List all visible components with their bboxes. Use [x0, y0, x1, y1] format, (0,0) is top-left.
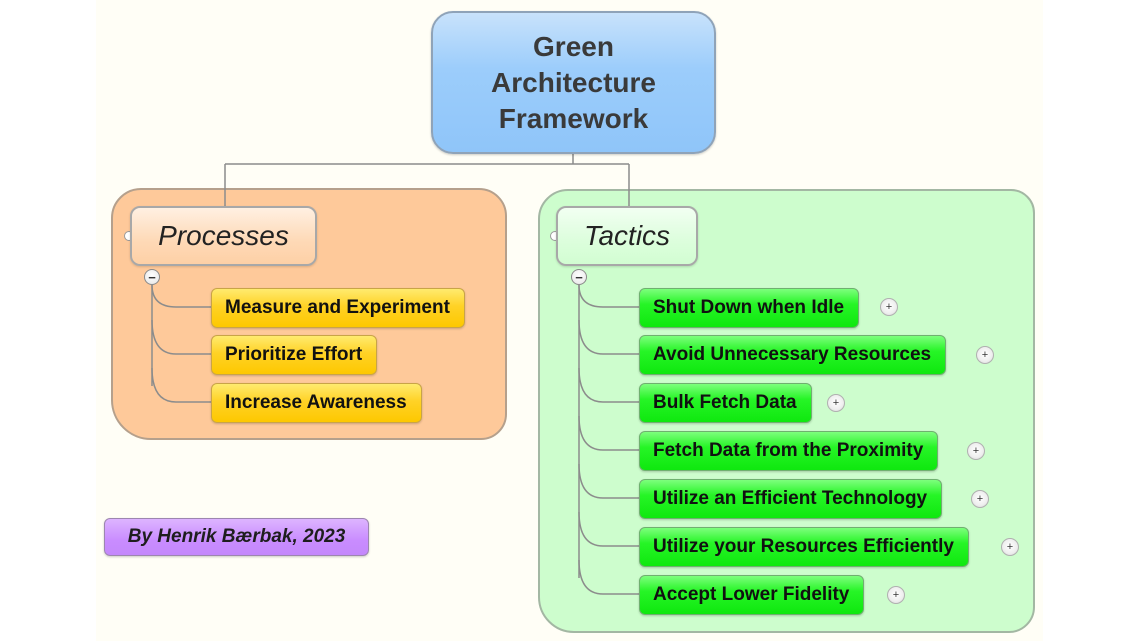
root-title-line: Architecture: [491, 66, 656, 98]
plus-icon: +: [832, 396, 840, 409]
subtopic-measure-and-experiment[interactable]: Measure and Experiment: [211, 288, 465, 328]
plus-icon: +: [976, 492, 984, 505]
subtopic-label: Utilize your Resources Efficiently: [653, 536, 954, 557]
subtopic-label: Bulk Fetch Data: [653, 392, 797, 413]
subtopic-bulk-fetch-data[interactable]: Bulk Fetch Data: [639, 383, 812, 423]
expand-shut-down-button[interactable]: +: [880, 298, 898, 316]
plus-icon: +: [1006, 540, 1014, 553]
expand-bulk-fetch-button[interactable]: +: [827, 394, 845, 412]
plus-icon: +: [981, 348, 989, 361]
subtopic-avoid-unnecessary-resources[interactable]: Avoid Unnecessary Resources: [639, 335, 947, 375]
root-title-line: Green: [533, 30, 614, 62]
collapse-tactics-button[interactable]: −: [571, 269, 587, 285]
subtopic-efficient-technology[interactable]: Utilize an Efficient Technology: [639, 479, 943, 519]
subtopic-label: Measure and Experiment: [225, 297, 450, 318]
subtopic-label: Fetch Data from the Proximity: [653, 440, 924, 461]
expand-resources-efficiently-button[interactable]: +: [1001, 538, 1019, 556]
subtopic-increase-awareness[interactable]: Increase Awareness: [211, 383, 422, 423]
expand-lower-fidelity-button[interactable]: +: [887, 586, 905, 604]
topic-label: Processes: [158, 220, 289, 251]
minus-icon: −: [575, 269, 583, 285]
subtopic-accept-lower-fidelity[interactable]: Accept Lower Fidelity: [639, 575, 865, 615]
subtopic-fetch-data-proximity[interactable]: Fetch Data from the Proximity: [639, 431, 939, 471]
subtopic-label: Avoid Unnecessary Resources: [653, 344, 932, 365]
subtopic-label: Utilize an Efficient Technology: [653, 488, 928, 509]
collapse-processes-button[interactable]: −: [144, 269, 160, 285]
topic-tactics[interactable]: Tactics: [556, 206, 698, 266]
expand-avoid-resources-button[interactable]: +: [976, 346, 994, 364]
plus-icon: +: [885, 300, 893, 313]
author-credit[interactable]: By Henrik Bærbak, 2023: [104, 518, 369, 556]
subtopic-resources-efficiently[interactable]: Utilize your Resources Efficiently: [639, 527, 969, 567]
minus-icon: −: [148, 269, 156, 285]
root-node[interactable]: Green Architecture Framework: [431, 11, 716, 154]
expand-efficient-technology-button[interactable]: +: [971, 490, 989, 508]
plus-icon: +: [892, 588, 900, 601]
subtopic-label: Accept Lower Fidelity: [653, 584, 850, 605]
subtopic-label: Prioritize Effort: [225, 344, 363, 365]
subtopic-prioritize-effort[interactable]: Prioritize Effort: [211, 335, 378, 375]
topic-processes[interactable]: Processes: [130, 206, 317, 266]
topic-label: Tactics: [583, 220, 671, 251]
plus-icon: +: [972, 444, 980, 457]
subtopic-shut-down-when-idle[interactable]: Shut Down when Idle: [639, 288, 860, 328]
root-title-line: Framework: [498, 102, 649, 134]
credit-label: By Henrik Bærbak, 2023: [127, 526, 346, 547]
subtopic-label: Shut Down when Idle: [653, 297, 845, 318]
expand-fetch-proximity-button[interactable]: +: [967, 442, 985, 460]
subtopic-label: Increase Awareness: [225, 392, 407, 413]
